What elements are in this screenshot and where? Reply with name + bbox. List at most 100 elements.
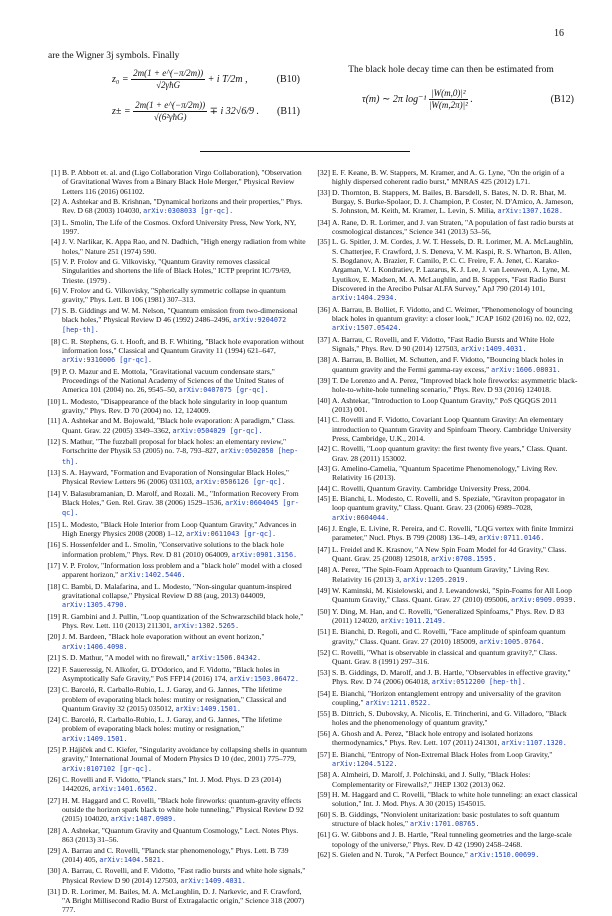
arxiv-link[interactable]: arXiv:1401.6562.: [92, 785, 157, 793]
reference-number: [48]: [317, 565, 330, 575]
reference-text: J. M. Bardeen, "Black hole evaporation w…: [62, 632, 265, 642]
reference-number: [38]: [317, 355, 330, 365]
arxiv-link[interactable]: arXiv:1211.0522.: [365, 699, 430, 707]
reference-text: T. De Lorenzo and A. Perez, "Improved bl…: [332, 375, 578, 395]
reference-entry: [2] A. Ashtekar and B. Krishnan, "Dynamic…: [46, 197, 308, 217]
arxiv-link[interactable]: arXiv:0604044.: [332, 514, 389, 522]
eq-numerator: 2m(1 + e^(−π/2m)): [131, 68, 206, 80]
reference-number: [36]: [317, 304, 330, 314]
reference-entry: [62] S. Gielen and N. Turok, "A Perfect B…: [316, 850, 578, 860]
reference-number: [60]: [317, 809, 330, 819]
arxiv-link[interactable]: arXiv:1503.06472.: [229, 675, 299, 683]
arxiv-link[interactable]: arXiv:1302.5265.: [174, 622, 239, 630]
arxiv-link[interactable]: arXiv:0512200 [hep-th].: [432, 678, 526, 686]
reference-number: [21]: [47, 653, 60, 663]
arxiv-link[interactable]: arXiv:0308033 [gr-qc].: [143, 207, 233, 215]
reference-entry: [9] P. O. Mazur and E. Mottola, "Gravitat…: [46, 367, 308, 396]
reference-text: S. Gielen and N. Turok, "A Perfect Bounc…: [332, 850, 468, 859]
reference-number: [35]: [317, 237, 330, 247]
arxiv-link[interactable]: arXiv:1005.0764.: [479, 638, 544, 646]
reference-number: [49]: [317, 586, 330, 596]
reference-entry: [6] V. Frolov and G. Vilkovisky, "Spheric…: [46, 286, 308, 305]
arxiv-link[interactable]: arXiv:0506126 [gr-qc].: [196, 478, 286, 486]
arxiv-link[interactable]: arXiv:0711.0146.: [479, 534, 544, 542]
arxiv-link[interactable]: arXiv:1409.4031.: [461, 345, 526, 353]
arxiv-link[interactable]: arXiv:1402.5446.: [120, 571, 185, 579]
reference-number: [34]: [317, 217, 330, 227]
reference-entry: [30] A. Barrau, C. Rovelli, and F. Vidott…: [46, 866, 308, 886]
arxiv-link[interactable]: arXiv:1506.04342.: [192, 654, 262, 662]
arxiv-link[interactable]: arXiv:0909.0939.: [511, 596, 576, 604]
reference-number: [37]: [317, 334, 330, 344]
reference-number: [44]: [317, 483, 330, 493]
reference-number: [12]: [47, 437, 60, 447]
reference-text: E. Bianchi, "Entropy of Non-Extremal Bla…: [332, 749, 553, 759]
reference-entry: [4] J. V. Narlikar, K. Appa Rao, and N. D…: [46, 237, 308, 256]
arxiv-link[interactable]: arXiv:1409.4031.: [180, 877, 245, 885]
reference-entry: [7] S. B. Giddings and W. M. Nelson, "Qua…: [46, 306, 308, 336]
arxiv-link[interactable]: arXiv:1407.0989.: [111, 815, 176, 823]
reference-text: C. Rovelli and F. Vidotto, Covariant Loo…: [332, 415, 572, 443]
reference-text: G. Amelino-Camelia, "Quantum Spacetime P…: [332, 463, 558, 483]
arxiv-link[interactable]: arXiv:0504029 [gr-qc].: [172, 427, 262, 435]
reference-text: L. Smolin, The Life of the Cosmos. Oxfor…: [62, 217, 297, 236]
arxiv-link[interactable]: arXiv:1404.5821.: [99, 856, 164, 864]
reference-entry: [38] A. Barrau, B. Bolliet, M. Schutten, …: [316, 355, 578, 375]
arxiv-link[interactable]: arXiv:1507.05424.: [332, 324, 402, 332]
reference-number: [14]: [47, 488, 60, 498]
arxiv-link[interactable]: arXiv:1205.2019.: [403, 576, 468, 584]
arxiv-link[interactable]: arXiv:1307.1628.: [498, 207, 563, 215]
eq-lhs: z₀ =: [112, 73, 129, 85]
arxiv-link[interactable]: arXiv:0407075 [gr-qc].: [179, 386, 269, 394]
arxiv-link[interactable]: arXiv:1406.4098.: [62, 643, 127, 651]
reference-entry: [14] V. Balasubramanian, D. Marolf, and R…: [46, 489, 308, 519]
reference-number: [7]: [51, 305, 60, 315]
reference-text: H. M. Haggard and C. Rovelli, "Black to …: [332, 789, 578, 809]
page-number: 16: [554, 28, 564, 39]
eq-numerator: 2m(1 + e^(−π/2m)): [133, 100, 208, 112]
arxiv-link[interactable]: arXiv:1204.5122.: [332, 760, 397, 768]
reference-entry: [25] P. Hájíček and C. Kiefer, "Singulari…: [46, 745, 308, 774]
arxiv-link[interactable]: arXiv:1409.1501.: [62, 735, 127, 743]
arxiv-link[interactable]: arXiv:0107102 [gr-qc].: [62, 765, 152, 773]
reference-text: V. P. Frolov and G. Vilkovisky, "Quantum…: [62, 257, 291, 285]
reference-number: [6]: [51, 286, 60, 296]
left-intro: are the Wigner 3j symbols. Finally: [48, 51, 180, 61]
reference-number: [3]: [51, 217, 60, 227]
arxiv-link[interactable]: arXiv:1510.00699.: [470, 851, 540, 859]
reference-number: [47]: [317, 544, 330, 554]
arxiv-link[interactable]: arXiv:1701.08765.: [410, 820, 480, 828]
arxiv-link[interactable]: arXiv:9310006 [gr-qc].: [62, 356, 152, 364]
reference-number: [51]: [317, 627, 330, 637]
reference-number: [11]: [47, 416, 60, 426]
arxiv-link[interactable]: arXiv:1305.4790.: [62, 601, 127, 609]
reference-number: [4]: [51, 237, 60, 247]
right-intro: The black hole decay time can then be es…: [348, 65, 554, 75]
arxiv-link[interactable]: arXiv:1409.1501.: [175, 705, 240, 713]
section-divider: [200, 151, 410, 152]
arxiv-link[interactable]: arXiv:1606.08031.: [491, 366, 561, 374]
reference-entry: [8] C. R. Stephens, G. t. Hooft, and B. F…: [46, 337, 308, 366]
reference-number: [10]: [47, 396, 60, 406]
reference-number: [32]: [317, 168, 330, 177]
reference-text: B. P. Abbott et. al. and (Ligo Collabora…: [62, 168, 302, 196]
reference-entry: [5] V. P. Frolov and G. Vilkovisky, "Quan…: [46, 257, 308, 285]
reference-number: [45]: [317, 494, 330, 504]
arxiv-link[interactable]: arXiv:1107.1320.: [501, 739, 566, 747]
arxiv-link[interactable]: arXiv:0708.1595.: [431, 555, 496, 563]
reference-text: Y. Ding, M. Han, and C. Rovelli, "Genera…: [332, 606, 565, 626]
reference-number: [13]: [47, 468, 60, 478]
reference-number: [17]: [47, 561, 60, 571]
reference-number: [55]: [317, 709, 330, 719]
arxiv-link[interactable]: arXiv:0611043 [gr-qc].: [186, 530, 276, 538]
reference-entry: [43] G. Amelino-Camelia, "Quantum Spaceti…: [316, 464, 578, 483]
reference-entry: [58] A. Almheiri, D. Marolf, J. Polchinsk…: [316, 770, 578, 789]
arxiv-link[interactable]: arXiv:1404.2934.: [332, 294, 397, 302]
reference-entry: [57] E. Bianchi, "Entropy of Non-Extremal…: [316, 750, 578, 770]
arxiv-link[interactable]: arXiv:1011.2149.: [380, 617, 445, 625]
reference-entry: [19] R. Gambini and J. Pullin, "Loop quan…: [46, 612, 308, 632]
reference-text: D. R. Lorimer, M. Bailes, M. A. McLaughl…: [62, 886, 305, 915]
reference-text: L. G. Spitler, J. M. Cordes, J. W. T. He…: [332, 237, 574, 293]
reference-number: [22]: [47, 664, 60, 674]
arxiv-link[interactable]: arXiv:0901.3156.: [232, 551, 297, 559]
